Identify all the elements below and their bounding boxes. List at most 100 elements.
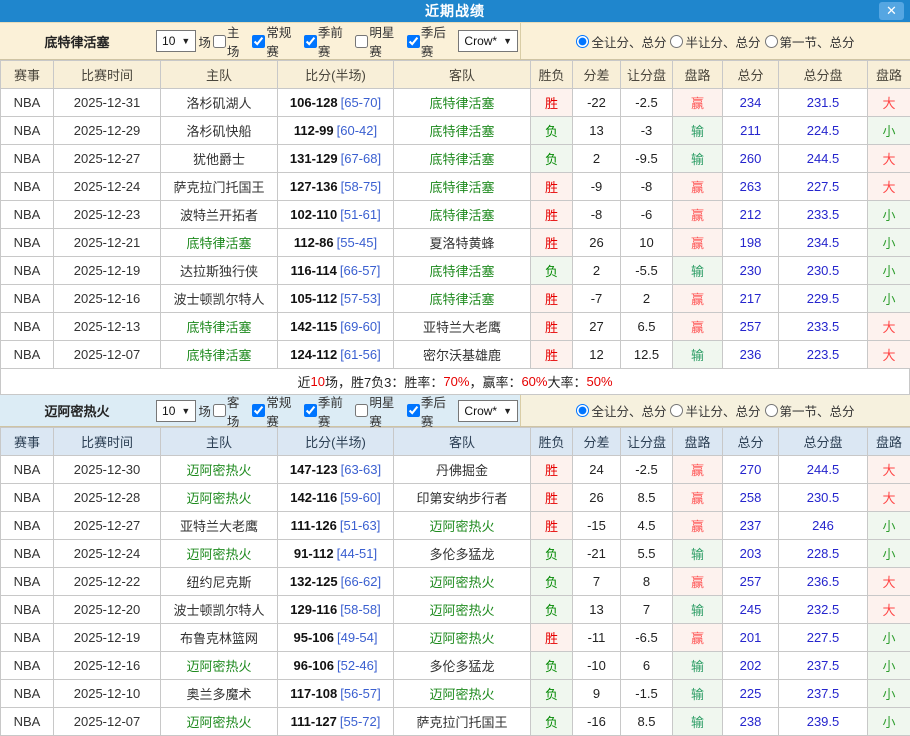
full-score: 112-99: [294, 123, 334, 138]
cell-handicap-line: -2.5: [621, 89, 673, 117]
cell-away-team: 底特律活塞: [394, 257, 531, 285]
col-total-line: 总分盘: [779, 428, 868, 456]
full-score: 142-115: [290, 319, 337, 334]
cell-league: NBA: [1, 341, 54, 369]
filter-checkbox[interactable]: [252, 35, 265, 48]
table-row: NBA2025-12-16波士顿凯尔特人105-112[57-53]底特律活塞胜…: [1, 285, 910, 313]
filter-checkbox[interactable]: [213, 404, 226, 417]
cell-date: 2025-12-30: [54, 456, 161, 484]
table-row: NBA2025-12-28迈阿密热火142-116[59-60]印第安纳步行者胜…: [1, 484, 910, 512]
scope-全让分、总分[interactable]: 全让分、总分: [576, 401, 666, 420]
close-button[interactable]: ✕: [879, 2, 904, 20]
cell-home-team: 迈阿密热火: [161, 484, 278, 512]
col-handicap-result: 盘路: [673, 428, 723, 456]
filter-客场[interactable]: 客场: [211, 392, 250, 430]
filter-季后赛[interactable]: 季后赛: [405, 392, 457, 430]
scope-第一节、总分[interactable]: 第一节、总分: [765, 32, 855, 51]
col-score: 比分(半场): [278, 61, 394, 89]
summary-text: 大率：: [547, 372, 586, 391]
scope-radio[interactable]: [670, 404, 683, 417]
table-header-row: 赛事 比赛时间 主队 比分(半场) 客队 胜负 分差 让分盘 盘路 总分 总分盘…: [1, 61, 910, 89]
scope-radio[interactable]: [576, 404, 589, 417]
cell-away-team: 夏洛特黄蜂: [394, 229, 531, 257]
games-count-value: 10: [162, 404, 175, 418]
games-count-select[interactable]: 10 ▼: [156, 400, 196, 422]
col-total: 总分: [723, 61, 779, 89]
cell-over-under: 大: [868, 341, 910, 369]
filter-checkbox[interactable]: [213, 35, 226, 48]
filter-主场[interactable]: 主场: [211, 22, 250, 60]
cell-point-diff: -16: [573, 708, 621, 736]
cell-total-points: 245: [723, 596, 779, 624]
cell-total-line: 237.5: [779, 652, 868, 680]
cell-away-team: 底特律活塞: [394, 117, 531, 145]
filter-checkbox[interactable]: [304, 404, 317, 417]
filter-常规赛[interactable]: 常规赛: [250, 22, 302, 60]
scope-radio[interactable]: [576, 35, 589, 48]
scope-第一节、总分[interactable]: 第一节、总分: [765, 401, 855, 420]
summary-stat: 50%: [587, 374, 613, 389]
filter-常规赛[interactable]: 常规赛: [250, 392, 302, 430]
scope-半让分、总分[interactable]: 半让分、总分: [670, 32, 760, 51]
games-suffix-label: 场: [198, 32, 211, 51]
cell-over-under: 大: [868, 89, 910, 117]
filter-checkbox[interactable]: [355, 404, 368, 417]
games-count-value: 10: [162, 34, 175, 48]
cell-date: 2025-12-22: [54, 568, 161, 596]
filter-季后赛[interactable]: 季后赛: [405, 22, 457, 60]
filter-checkbox[interactable]: [355, 35, 368, 48]
cell-point-diff: -10: [573, 652, 621, 680]
scope-radio[interactable]: [670, 35, 683, 48]
filter-季前赛[interactable]: 季前赛: [302, 22, 354, 60]
cell-away-team: 底特律活塞: [394, 285, 531, 313]
cell-date: 2025-12-19: [54, 624, 161, 652]
cell-win-loss: 负: [531, 652, 573, 680]
bookmaker-select[interactable]: Crow* ▼: [458, 30, 518, 52]
cell-handicap-line: -3: [621, 117, 673, 145]
bookmaker-select[interactable]: Crow* ▼: [458, 400, 518, 422]
heat-results-table: 赛事 比赛时间 主队 比分(半场) 客队 胜负 分差 让分盘 盘路 总分 总分盘…: [0, 427, 910, 736]
cell-win-loss: 负: [531, 145, 573, 173]
scope-radio[interactable]: [765, 35, 778, 48]
cell-handicap-result: 输: [673, 708, 723, 736]
filter-明星赛[interactable]: 明星赛: [353, 392, 405, 430]
cell-over-under: 小: [868, 285, 910, 313]
col-diff: 分差: [573, 61, 621, 89]
cell-home-team: 达拉斯独行侠: [161, 257, 278, 285]
cell-over-under: 小: [868, 117, 910, 145]
col-away: 客队: [394, 61, 531, 89]
cell-handicap-result: 输: [673, 117, 723, 145]
cell-handicap-line: -1.5: [621, 680, 673, 708]
cell-league: NBA: [1, 89, 54, 117]
filter-checkbox[interactable]: [304, 35, 317, 48]
col-total-line: 总分盘: [779, 61, 868, 89]
filter-checkbox[interactable]: [252, 404, 265, 417]
half-score: [52-46]: [337, 658, 377, 673]
scope-全让分、总分[interactable]: 全让分、总分: [576, 32, 666, 51]
cell-league: NBA: [1, 257, 54, 285]
scope-半让分、总分[interactable]: 半让分、总分: [670, 401, 760, 420]
cell-home-team: 萨克拉门托国王: [161, 173, 278, 201]
cell-score: 124-112[61-56]: [278, 341, 394, 369]
filter-checkbox[interactable]: [407, 404, 420, 417]
cell-over-under: 小: [868, 652, 910, 680]
scope-radio[interactable]: [765, 404, 778, 417]
summary-stat: 70%: [443, 374, 469, 389]
cell-handicap-line: 6.5: [621, 313, 673, 341]
cell-date: 2025-12-27: [54, 512, 161, 540]
table-row: NBA2025-12-07底特律活塞124-112[61-56]密尔沃基雄鹿胜1…: [1, 341, 910, 369]
cell-date: 2025-12-28: [54, 484, 161, 512]
filter-checkbox[interactable]: [407, 35, 420, 48]
filter-明星赛[interactable]: 明星赛: [353, 22, 405, 60]
cell-home-team: 犹他爵士: [161, 145, 278, 173]
cell-point-diff: 26: [573, 229, 621, 257]
cell-score: 95-106[49-54]: [278, 624, 394, 652]
filter-季前赛[interactable]: 季前赛: [302, 392, 354, 430]
cell-score: 142-115[69-60]: [278, 313, 394, 341]
cell-away-team: 丹佛掘金: [394, 456, 531, 484]
cell-win-loss: 负: [531, 708, 573, 736]
cell-total-line: 228.5: [779, 540, 868, 568]
games-count-select[interactable]: 10 ▼: [156, 30, 196, 52]
cell-handicap-result: 赢: [673, 568, 723, 596]
section-pistons: 底特律活塞 10 ▼ 场 主场常规赛季前赛明星赛季后赛 Crow* ▼ 全让分、…: [0, 22, 910, 395]
